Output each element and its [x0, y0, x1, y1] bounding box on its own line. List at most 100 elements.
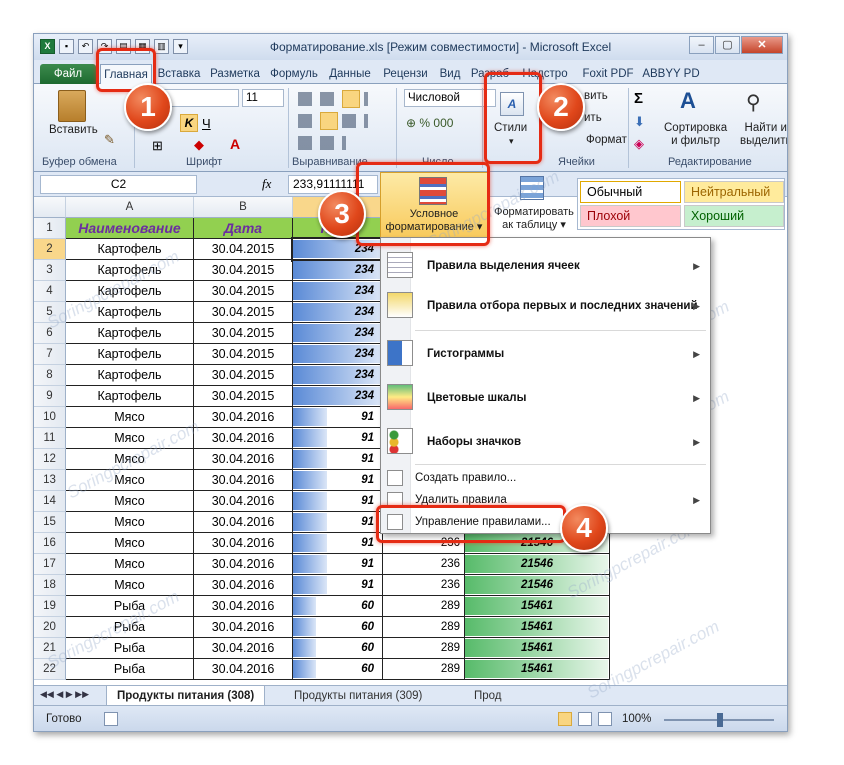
header-cell-date[interactable]: Дата	[194, 218, 293, 239]
sheet-nav-arrows[interactable]: ◀◀ ◀ ▶ ▶▶	[40, 689, 89, 700]
underline-button[interactable]: Ч	[202, 116, 211, 131]
cell-quantity[interactable]: 91	[293, 491, 383, 512]
cell-sum[interactable]: 15461	[465, 659, 610, 680]
maximize-button[interactable]: ▢	[715, 36, 740, 54]
cell-date[interactable]: 30.04.2016	[194, 470, 293, 491]
cell-name[interactable]: Картофель	[66, 323, 194, 344]
menu-item-color-scales[interactable]: Цветовые шкалы ▶	[381, 384, 710, 414]
cell-quantity[interactable]: 91	[293, 470, 383, 491]
cell-date[interactable]: 30.04.2016	[194, 659, 293, 680]
cell-name[interactable]: Картофель	[66, 302, 194, 323]
minimize-button[interactable]: –	[689, 36, 714, 54]
menu-item-new-rule[interactable]: Создать правило...	[381, 470, 710, 488]
cell-name[interactable]: Картофель	[66, 344, 194, 365]
row-header[interactable]: 18	[34, 575, 66, 596]
format-painter-icon[interactable]: ✎	[104, 132, 118, 147]
cell-name[interactable]: Мясо	[66, 470, 194, 491]
cell-quantity[interactable]: 91	[293, 575, 383, 596]
sheet-tab-active[interactable]: Продукты питания (308)	[106, 686, 266, 706]
paste-button-label[interactable]: Вставить	[49, 124, 98, 136]
tab-review[interactable]: Рецензи	[378, 64, 433, 84]
close-button[interactable]: ✕	[741, 36, 783, 54]
cell-quantity[interactable]: 234	[293, 365, 383, 386]
cell-quantity[interactable]: 60	[293, 596, 383, 617]
row-header[interactable]: 19	[34, 596, 66, 617]
align-bottom-button[interactable]	[342, 90, 360, 108]
cell-quantity[interactable]: 234	[293, 323, 383, 344]
insert-cells-button[interactable]: вить	[584, 90, 608, 102]
cell-price[interactable]: 289	[383, 659, 465, 680]
menu-item-top-bottom-rules[interactable]: Правила отбора первых и последних значен…	[381, 292, 710, 322]
cell-date[interactable]: 30.04.2016	[194, 638, 293, 659]
align-center-button[interactable]	[320, 112, 338, 130]
cell-date[interactable]: 30.04.2015	[194, 344, 293, 365]
cell-date[interactable]: 30.04.2015	[194, 386, 293, 407]
zoom-slider-thumb[interactable]	[717, 713, 723, 727]
tab-insert[interactable]: Вставка	[154, 64, 204, 84]
cell-name[interactable]: Мясо	[66, 428, 194, 449]
cell-date[interactable]: 30.04.2015	[194, 260, 293, 281]
cell-name[interactable]: Рыба	[66, 596, 194, 617]
cell-quantity[interactable]: 60	[293, 638, 383, 659]
format-cells-button[interactable]: Формат	[586, 134, 627, 146]
cell-date[interactable]: 30.04.2015	[194, 323, 293, 344]
sort-filter-icon[interactable]: A	[680, 88, 706, 116]
cell-name[interactable]: Мясо	[66, 491, 194, 512]
cell-date[interactable]: 30.04.2016	[194, 554, 293, 575]
cell-price[interactable]: 236	[383, 554, 465, 575]
row-header[interactable]: 20	[34, 617, 66, 638]
cell-name[interactable]: Мясо	[66, 449, 194, 470]
menu-item-highlight-rules[interactable]: Правила выделения ячеек ▶	[381, 252, 710, 282]
cell-date[interactable]: 30.04.2016	[194, 491, 293, 512]
currency-icon[interactable]: ⊕ % 000	[406, 116, 453, 130]
column-header-a[interactable]: A	[66, 197, 194, 218]
delete-cells-button[interactable]: ить	[584, 112, 602, 124]
tab-data[interactable]: Данные	[324, 64, 376, 84]
cell-price[interactable]: 236	[383, 575, 465, 596]
cell-name[interactable]: Мясо	[66, 554, 194, 575]
zoom-level[interactable]: 100%	[622, 713, 651, 725]
cell-date[interactable]: 30.04.2016	[194, 449, 293, 470]
row-header[interactable]: 7	[34, 344, 66, 365]
cell-name[interactable]: Мясо	[66, 575, 194, 596]
cell-quantity[interactable]: 91	[293, 428, 383, 449]
tab-file[interactable]: Файл	[40, 64, 96, 84]
row-header[interactable]: 10	[34, 407, 66, 428]
header-cell-name[interactable]: Наименование	[66, 218, 194, 239]
column-header-b[interactable]: B	[194, 197, 293, 218]
tab-page-layout[interactable]: Разметка	[206, 64, 264, 84]
row-header[interactable]: 16	[34, 533, 66, 554]
cell-date[interactable]: 30.04.2016	[194, 533, 293, 554]
cell-quantity[interactable]: 234	[293, 344, 383, 365]
format-as-table-button[interactable]: Форматировать ак таблицу ▾	[494, 174, 574, 238]
row-header[interactable]: 14	[34, 491, 66, 512]
cell-date[interactable]: 30.04.2015	[194, 239, 293, 260]
row-header[interactable]: 9	[34, 386, 66, 407]
fx-button[interactable]: fx	[262, 176, 271, 192]
cell-name[interactable]: Мясо	[66, 533, 194, 554]
cell-name[interactable]: Картофель	[66, 281, 194, 302]
cell-sum[interactable]: 21546	[465, 554, 610, 575]
cell-price[interactable]: 289	[383, 638, 465, 659]
cell-date[interactable]: 30.04.2015	[194, 281, 293, 302]
sheet-tab[interactable]: Продукты питания (309)	[284, 686, 432, 706]
style-normal[interactable]: Обычный	[580, 181, 681, 203]
menu-item-data-bars[interactable]: Гистограммы ▶	[381, 340, 710, 370]
cell-sum[interactable]: 15461	[465, 638, 610, 659]
cell-name[interactable]: Картофель	[66, 239, 194, 260]
sort-filter-button[interactable]: Сортировка и фильтр	[664, 122, 727, 148]
row-header[interactable]: 2	[34, 239, 66, 260]
indent-icons[interactable]	[298, 136, 346, 150]
fill-color-icon[interactable]: ◆	[194, 137, 204, 153]
normal-view-icon[interactable]	[558, 712, 572, 726]
cell-date[interactable]: 30.04.2016	[194, 575, 293, 596]
macro-record-icon[interactable]	[104, 712, 118, 726]
tab-view[interactable]: Вид	[436, 64, 464, 84]
row-header[interactable]: 8	[34, 365, 66, 386]
cell-date[interactable]: 30.04.2016	[194, 512, 293, 533]
cell-quantity[interactable]: 60	[293, 617, 383, 638]
cell-name[interactable]: Картофель	[66, 365, 194, 386]
cell-quantity[interactable]: 91	[293, 512, 383, 533]
row-header[interactable]: 12	[34, 449, 66, 470]
cell-quantity[interactable]: 234	[293, 281, 383, 302]
